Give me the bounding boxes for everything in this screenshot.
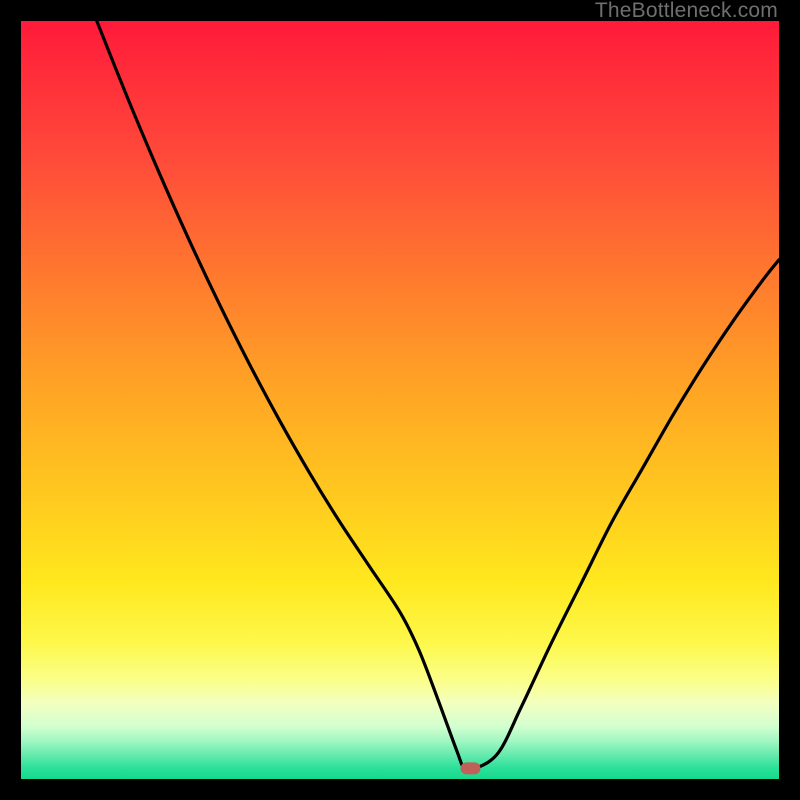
bottleneck-curve	[97, 21, 779, 770]
minimum-marker	[460, 762, 480, 774]
chart-frame: TheBottleneck.com	[0, 0, 800, 800]
curve-layer	[21, 21, 779, 779]
plot-area	[21, 21, 779, 779]
watermark-text: TheBottleneck.com	[595, 0, 778, 22]
